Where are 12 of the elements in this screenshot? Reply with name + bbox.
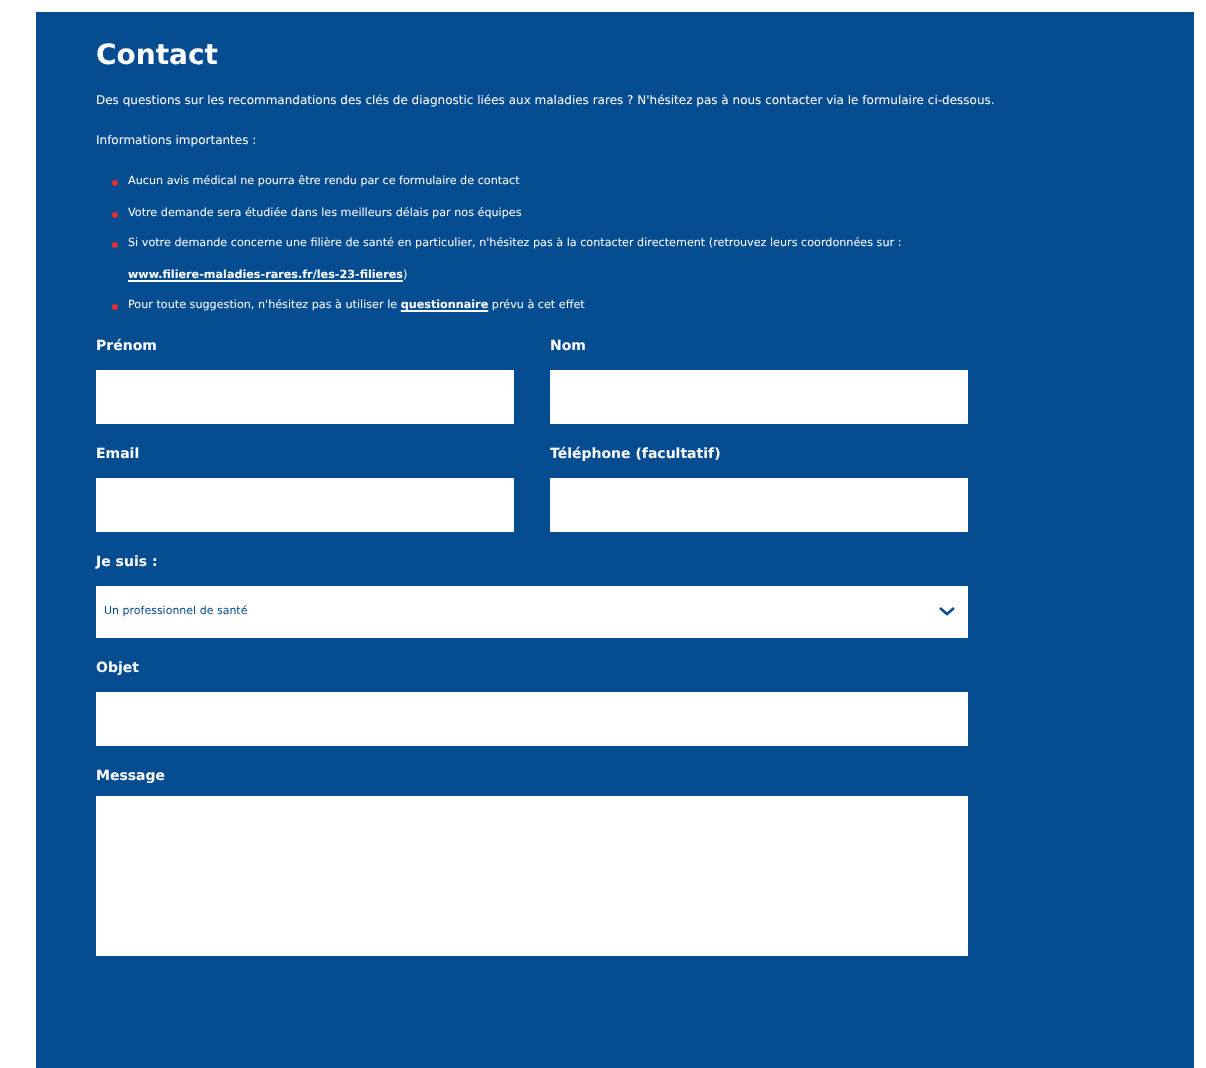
chevron-icon (938, 606, 956, 616)
input-field[interactable] (96, 691, 968, 745)
message-field[interactable] (96, 795, 968, 955)
bullet-icon (112, 180, 118, 186)
bullet-icon (112, 242, 118, 248)
input-field[interactable] (550, 369, 968, 423)
input-field[interactable] (96, 369, 514, 423)
bullet-icon (112, 304, 118, 310)
page-title: Contact (96, 40, 220, 72)
input-field[interactable] (550, 477, 968, 531)
bullet-icon (112, 211, 118, 217)
input-field[interactable] (96, 477, 514, 531)
